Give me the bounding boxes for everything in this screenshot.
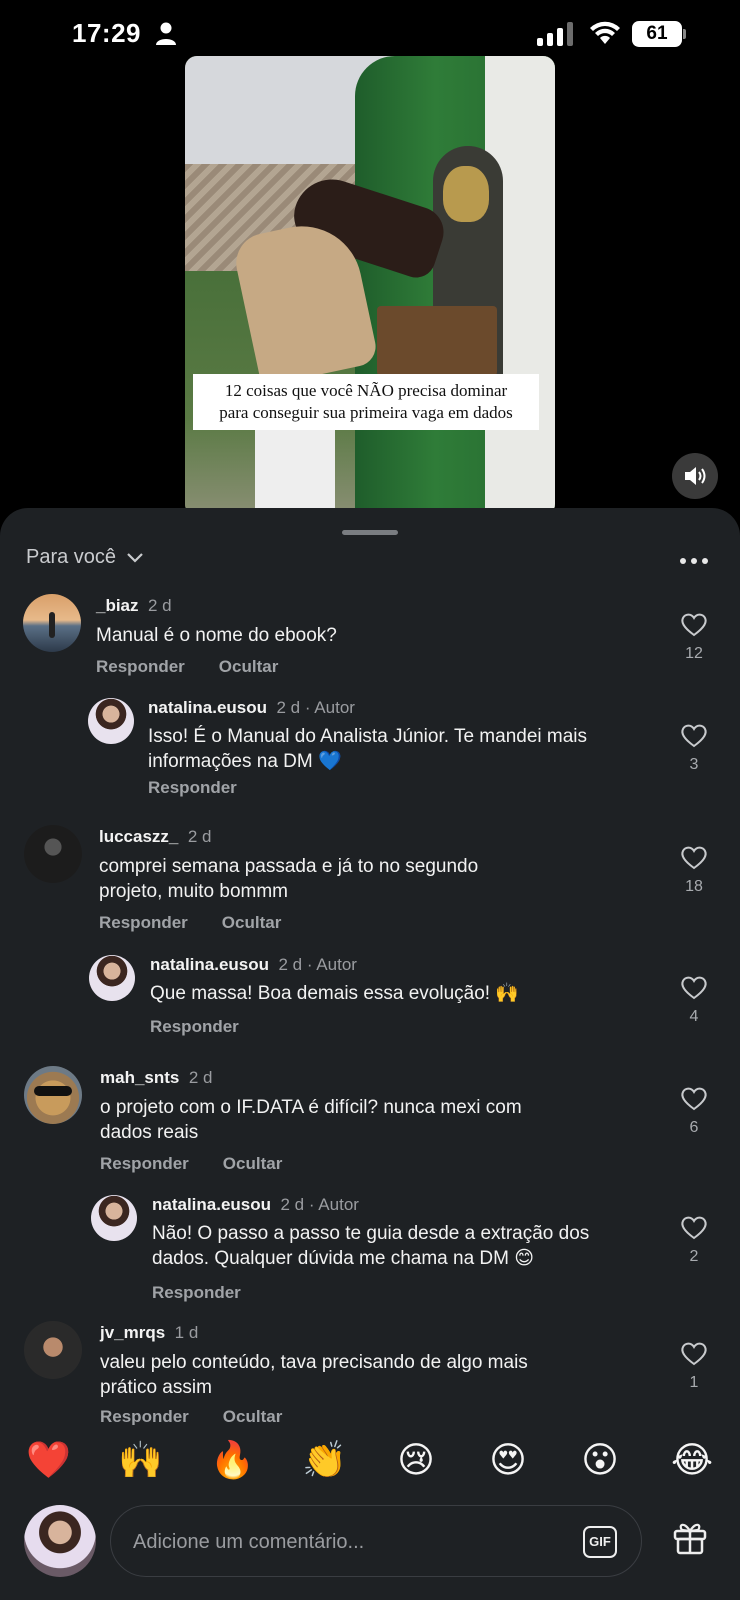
reply-button[interactable]: Responder [100,1407,189,1427]
comment-time: 2 d [147,596,172,615]
emoji-raised-hands[interactable]: 🙌 [118,1439,163,1481]
reply-button[interactable]: Responder [150,1017,239,1037]
like-count: 2 [689,1248,699,1265]
heart-icon [681,1342,707,1366]
like-count: 6 [689,1119,699,1136]
like-button[interactable]: 18 [676,845,712,896]
more-options-button[interactable] [680,554,712,568]
comment-input-container[interactable]: GIF [110,1505,642,1577]
heart-icon [681,724,707,748]
like-button[interactable]: 4 [676,975,712,1026]
video-caption-line: para conseguir sua primeira vaga em dado… [219,403,513,422]
battery-tip [683,29,686,39]
sheet-grabber[interactable] [342,530,398,535]
comment-username[interactable]: natalina.eusou [152,1195,271,1214]
emoji-fire[interactable]: 🔥 [210,1439,255,1481]
comment-time: 1 d [174,1323,199,1342]
like-button[interactable]: 3 [676,723,712,774]
speaker-icon [685,467,706,485]
gift-icon[interactable] [672,1519,708,1555]
heart-icon [681,846,707,870]
comment-text: Isso! É o Manual do Analista Júnior. Te … [148,726,588,772]
comment-text: o projeto com o IF.DATA é difícil? nunca… [100,1097,522,1143]
comment-time: 2 d [187,827,212,846]
comment-time: 2 d [188,1068,213,1087]
avatar[interactable] [23,594,81,652]
comment-filter-dropdown[interactable]: Para você [26,546,144,569]
comment-composer: GIF [0,1497,740,1600]
like-button[interactable]: 6 [676,1086,712,1137]
like-count: 3 [689,756,699,773]
comment-time: 2 d [280,1195,305,1214]
author-badge: · Autor [306,955,357,974]
dot-icon [680,558,686,564]
heart-icon [681,613,707,637]
comment-text: valeu pelo conteúdo, tava precisando de … [100,1352,528,1398]
avatar[interactable] [89,955,135,1001]
heart-icon [681,976,707,1000]
emoji-crying[interactable]: 😢 [394,1439,438,1481]
person-icon [156,22,176,45]
status-time: 17:29 [72,18,141,48]
emoji-surprised[interactable]: 😮 [578,1439,622,1481]
author-badge: · Autor [308,1195,359,1214]
like-button[interactable]: 2 [676,1215,712,1266]
cellular-signal-icon [537,22,573,46]
reply-button[interactable]: Responder [99,913,188,933]
like-count: 12 [685,645,703,662]
comment-username[interactable]: mah_snts [100,1068,179,1087]
dot-icon [702,558,708,564]
like-count: 1 [689,1374,699,1391]
avatar[interactable] [24,825,82,883]
reply-button[interactable]: Responder [148,778,237,798]
comment-time: 2 d [278,955,303,974]
comment-username[interactable]: natalina.eusou [150,955,269,974]
avatar[interactable] [24,1066,82,1124]
comment-username[interactable]: luccaszz_ [99,827,178,846]
wifi-icon [590,21,620,44]
comment-username[interactable]: jv_mrqs [100,1323,165,1342]
emoji-laughing[interactable]: 😂 [670,1439,714,1481]
emoji-clapping[interactable]: 👏 [302,1439,347,1481]
comment-filter-label: Para você [26,546,117,568]
hide-button[interactable]: Ocultar [219,657,279,677]
like-button[interactable]: 1 [676,1341,712,1392]
reply-button[interactable]: Responder [100,1154,189,1174]
reply-button[interactable]: Responder [96,657,185,677]
reply-button[interactable]: Responder [152,1283,241,1303]
emoji-heart-eyes[interactable]: 😍 [486,1439,530,1481]
video-caption: 12 coisas que você NÃO precisa dominar p… [193,374,539,430]
my-avatar[interactable] [24,1505,96,1577]
dot-icon [691,558,697,564]
comment-username[interactable]: natalina.eusou [148,698,267,717]
heart-icon [681,1216,707,1240]
video-preview[interactable]: 12 coisas que você NÃO precisa dominar p… [185,56,555,516]
comment-time: 2 d [276,698,301,717]
comment-text: comprei semana passada e já to no segund… [99,856,479,902]
sound-toggle-button[interactable] [672,453,718,499]
video-caption-line: 12 coisas que você NÃO precisa dominar [224,381,508,400]
comment-text: Manual é o nome do ebook? [96,625,337,646]
avatar[interactable] [91,1195,137,1241]
comment-text: Que massa! Boa demais essa evolução! 🙌 [150,983,520,1004]
comment-input[interactable] [133,1524,533,1560]
avatar[interactable] [24,1321,82,1379]
author-badge: · Autor [304,698,355,717]
battery-indicator: 61 [632,21,682,47]
like-count: 18 [685,878,703,895]
avatar[interactable] [88,698,134,744]
hide-button[interactable]: Ocultar [223,1154,283,1174]
hide-button[interactable]: Ocultar [223,1407,283,1427]
emoji-reaction-bar: ❤️ 🙌 🔥 👏 😢 😍 😮 😂 [0,1425,740,1495]
comment-username[interactable]: _biaz [96,596,139,615]
comment-text: Não! O passo a passo te guia desde a ext… [152,1223,590,1269]
hide-button[interactable]: Ocultar [222,913,282,933]
heart-icon [681,1087,707,1111]
like-button[interactable]: 12 [676,612,712,663]
like-count: 4 [689,1008,699,1025]
gif-button[interactable]: GIF [583,1526,617,1558]
chevron-down-icon [127,552,143,563]
emoji-heart[interactable]: ❤️ [26,1439,71,1481]
